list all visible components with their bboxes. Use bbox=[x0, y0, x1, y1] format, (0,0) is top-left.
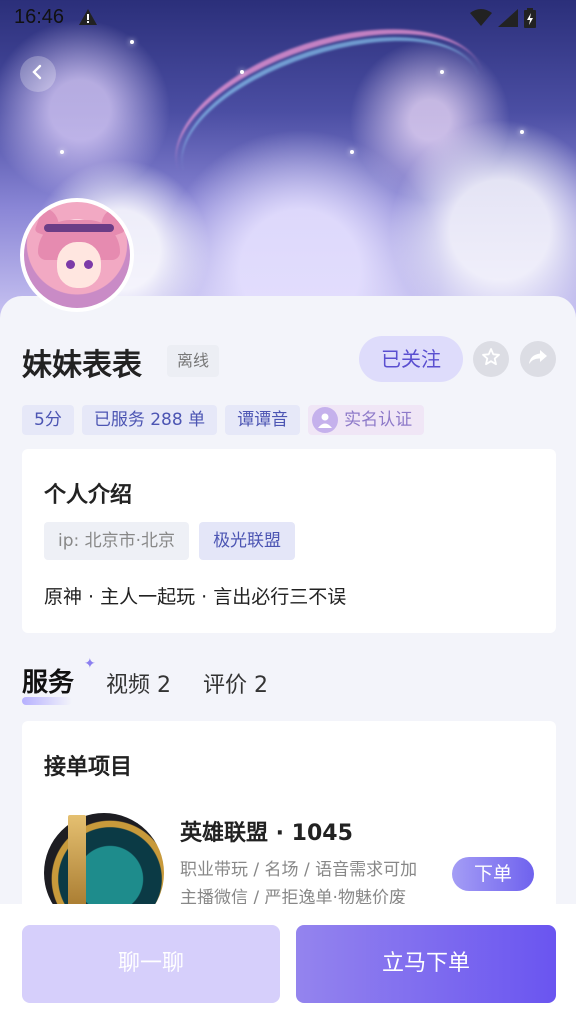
warning-icon bbox=[78, 8, 98, 30]
content-tabs: 服务 ✦ 视频 2 评价 2 bbox=[22, 656, 300, 705]
intro-title: 个人介绍 bbox=[44, 483, 133, 508]
tab-service[interactable]: 服务 ✦ bbox=[22, 656, 96, 705]
game-desc-line1: 职业带玩 / 名场 / 语音需求可加 bbox=[180, 860, 418, 880]
tab-service-label: 服务 bbox=[22, 668, 75, 698]
game-title: 英雄联盟 · 1045 bbox=[180, 821, 353, 846]
buy-now-button[interactable]: 立马下单 bbox=[296, 925, 556, 1003]
star-decoration bbox=[350, 150, 354, 154]
star-decoration bbox=[520, 130, 524, 134]
verified-tag: 实名认证 bbox=[308, 405, 425, 435]
star-decoration bbox=[440, 70, 444, 74]
status-bar: 16:46 bbox=[0, 0, 576, 36]
profile-tags: 5分 已服务 288 单 谭谭音 实名认证 bbox=[22, 405, 425, 435]
chat-button[interactable]: 聊一聊 bbox=[22, 925, 280, 1003]
share-icon bbox=[528, 348, 548, 370]
bottom-action-bar: 聊一聊 立马下单 bbox=[0, 904, 576, 1024]
wifi-icon bbox=[470, 9, 492, 31]
online-status-badge: 离线 bbox=[167, 345, 220, 377]
ip-location-tag: ip: 北京市·北京 bbox=[44, 522, 190, 560]
guild-tag[interactable]: 极光联盟 bbox=[199, 522, 296, 560]
star-decoration bbox=[240, 70, 244, 74]
avatar-headband bbox=[44, 224, 114, 232]
profile-name: 妹妹表表 bbox=[22, 348, 142, 383]
status-time: 16:46 bbox=[14, 6, 65, 28]
favorite-button[interactable] bbox=[473, 341, 509, 377]
share-button[interactable] bbox=[520, 341, 556, 377]
follow-button[interactable]: 已关注 bbox=[359, 336, 463, 382]
voice-tag: 谭谭音 bbox=[225, 405, 301, 435]
star-decoration bbox=[130, 40, 134, 44]
verify-icon bbox=[312, 407, 339, 433]
back-button[interactable] bbox=[20, 56, 56, 92]
tab-videos[interactable]: 视频 2 bbox=[106, 667, 171, 699]
rating-tag: 5分 bbox=[22, 405, 74, 435]
battery-icon bbox=[524, 8, 536, 32]
star-decoration bbox=[60, 150, 64, 154]
order-button[interactable]: 下单 bbox=[452, 857, 534, 891]
intro-card: 个人介绍 ip: 北京市·北京 极光联盟 原神 · 主人一起玩 · 言出必行三不… bbox=[22, 449, 556, 633]
avatar[interactable] bbox=[20, 198, 134, 312]
signal-icon bbox=[498, 9, 518, 31]
star-icon bbox=[481, 347, 501, 371]
avatar-eye bbox=[66, 260, 75, 269]
avatar-face bbox=[57, 242, 101, 288]
avatar-eye bbox=[84, 260, 93, 269]
served-count-tag: 已服务 288 单 bbox=[81, 405, 218, 435]
verified-label: 实名认证 bbox=[344, 410, 413, 430]
back-icon bbox=[31, 64, 45, 84]
intro-text: 原神 · 主人一起玩 · 言出必行三不误 bbox=[44, 586, 347, 608]
tab-reviews[interactable]: 评价 2 bbox=[203, 667, 268, 699]
sparkle-icon: ✦ bbox=[84, 656, 96, 672]
service-title: 接单项目 bbox=[44, 755, 133, 780]
